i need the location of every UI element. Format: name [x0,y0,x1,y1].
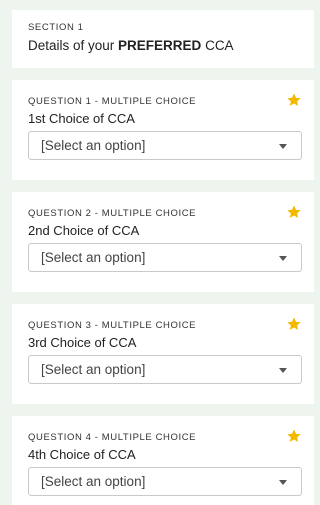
section-title-prefix: Details of your [28,38,119,53]
section-number: SECTION 1 [28,22,84,33]
question-type: QUESTION 4 - MULTIPLE CHOICE [28,432,197,443]
star-icon [287,317,301,330]
cca-choice-3-dropdown[interactable]: [Select an option] [28,355,302,384]
caret-down-icon [279,480,287,485]
cca-choice-2-dropdown[interactable]: [Select an option] [28,243,302,272]
question-type: QUESTION 3 - MULTIPLE CHOICE [28,320,197,331]
caret-down-icon [279,256,287,261]
section-title-suffix: CCA [201,38,234,53]
question-label: 3rd Choice of CCA [28,335,137,350]
question-label: 2nd Choice of CCA [28,223,140,238]
caret-down-icon [279,368,287,373]
section-header-card: SECTION 1 Details of your PREFERRED CCA [12,10,314,68]
star-icon [287,205,301,218]
dropdown-value: [Select an option] [41,362,146,377]
dropdown-value: [Select an option] [41,474,146,489]
section-title-emphasis: PREFERRED [118,38,202,53]
question-card-3: QUESTION 3 - MULTIPLE CHOICE 3rd Choice … [12,304,314,404]
section-title: Details of your PREFERRED CCA [28,38,234,53]
dropdown-value: [Select an option] [41,250,146,265]
question-label: 1st Choice of CCA [28,111,135,126]
caret-down-icon [279,144,287,149]
cca-choice-1-dropdown[interactable]: [Select an option] [28,131,302,160]
star-icon [287,93,301,106]
question-card-1: QUESTION 1 - MULTIPLE CHOICE 1st Choice … [12,80,314,180]
dropdown-value: [Select an option] [41,138,146,153]
question-type: QUESTION 1 - MULTIPLE CHOICE [28,96,197,107]
question-card-2: QUESTION 2 - MULTIPLE CHOICE 2nd Choice … [12,192,314,292]
question-type: QUESTION 2 - MULTIPLE CHOICE [28,208,197,219]
question-card-4: QUESTION 4 - MULTIPLE CHOICE 4th Choice … [12,416,314,505]
cca-choice-4-dropdown[interactable]: [Select an option] [28,467,302,496]
star-icon [287,429,301,442]
question-label: 4th Choice of CCA [28,447,136,462]
